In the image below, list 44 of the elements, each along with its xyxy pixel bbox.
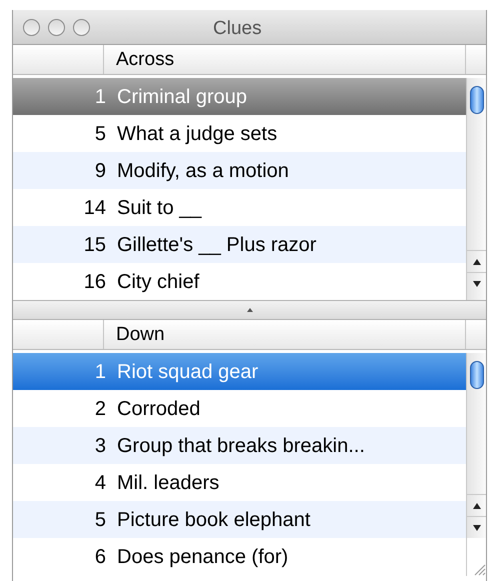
- clue-text: Picture book elephant: [116, 508, 310, 532]
- resize-grip-icon[interactable]: [472, 562, 486, 576]
- clue-number: 6: [94, 544, 106, 570]
- scroll-thumb[interactable]: [470, 361, 484, 389]
- clue-text: Suit to __: [116, 196, 202, 220]
- down-arrow-icon: [472, 280, 480, 286]
- clue-number: 5: [94, 122, 106, 146]
- clue-row[interactable]: 1 Criminal group: [13, 78, 466, 115]
- down-arrow-icon: [472, 524, 480, 530]
- close-button[interactable]: [23, 18, 40, 36]
- clue-number: 9: [94, 158, 106, 184]
- grip-icon: [246, 307, 254, 313]
- clue-text: Criminal group: [116, 84, 248, 110]
- up-arrow-icon: [472, 258, 480, 264]
- clue-number: 15: [82, 232, 106, 258]
- zoom-button[interactable]: [73, 18, 90, 36]
- clue-text: Corroded: [116, 396, 200, 422]
- clue-row[interactable]: 1 Riot squad gear: [13, 353, 466, 390]
- clue-text: Group that breaks breakin...: [116, 434, 365, 458]
- clue-row[interactable]: 5 Picture book elephant: [13, 501, 466, 538]
- clue-text: Does penance (for): [116, 544, 288, 570]
- clue-number: 3: [94, 434, 106, 458]
- minimize-button[interactable]: [48, 18, 65, 36]
- up-arrow-icon: [472, 502, 480, 508]
- clue-number: 14: [82, 196, 106, 220]
- scroll-bar[interactable]: [466, 353, 486, 576]
- clue-text: Gillette's __ Plus razor: [116, 232, 316, 258]
- clue-number: 5: [94, 508, 106, 532]
- clue-number: 16: [82, 270, 106, 294]
- clue-number: 1: [94, 360, 106, 384]
- clue-text: City chief: [116, 270, 200, 294]
- clue-number: 1: [94, 84, 106, 110]
- clue-number: 4: [94, 470, 106, 496]
- clue-row[interactable]: 9 Modify, as a motion: [13, 152, 466, 189]
- clue-row[interactable]: 15 Gillette's __ Plus razor: [13, 226, 466, 263]
- window-title: Clues: [213, 17, 262, 41]
- clue-text: Riot squad gear: [116, 360, 258, 384]
- clue-number: 2: [94, 396, 106, 422]
- clue-text: Mil. leaders: [116, 470, 220, 496]
- clue-text: Modify, as a motion: [116, 158, 289, 184]
- clue-text: What a judge sets: [116, 122, 278, 146]
- clue-row[interactable]: 3 Group that breaks breakin...: [13, 427, 466, 464]
- scroll-thumb[interactable]: [470, 86, 484, 114]
- scroll-bar[interactable]: [466, 78, 486, 300]
